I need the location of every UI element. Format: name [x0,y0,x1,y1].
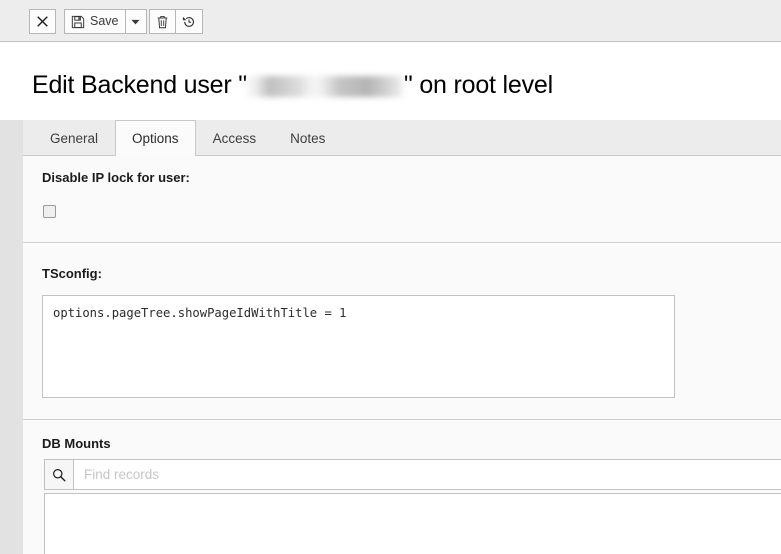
form-tab-bar: General Options Access Notes [23,120,781,156]
tsconfig-textarea[interactable] [42,295,675,398]
save-button-group: Save [64,9,147,34]
save-button-label: Save [90,14,119,29]
tab-access[interactable]: Access [196,120,274,155]
search-icon-addon[interactable] [44,459,73,490]
floppy-disk-icon [71,15,85,28]
tab-general[interactable]: General [33,120,115,155]
typo3-backend-user-edit-screen: Save Edit Backend user " " on root level… [0,0,781,554]
db-mounts-label: DB Mounts [42,436,111,451]
history-undo-icon [182,16,195,27]
trash-icon [157,15,168,28]
left-gutter-strip [0,120,23,554]
db-mounts-search-group [44,459,781,490]
document-header-toolbar: Save [0,0,781,42]
history-undo-button[interactable] [175,9,203,34]
page-title: Edit Backend user "redacted" on root lev… [32,68,553,102]
disable-ip-lock-checkbox[interactable] [43,205,56,218]
tab-notes[interactable]: Notes [273,120,342,155]
record-actions-button-group [149,9,203,34]
page-title-suffix: " on root level [403,71,553,99]
disable-ip-lock-label: Disable IP lock for user: [42,170,190,185]
page-title-prefix: Edit Backend user " [32,71,247,99]
search-icon [53,468,66,481]
delete-button[interactable] [149,9,176,34]
tab-options[interactable]: Options [115,120,196,156]
tsconfig-label: TSconfig: [42,266,102,281]
redacted-username: redacted [247,76,403,97]
close-button[interactable] [29,9,56,34]
db-mounts-list-box[interactable] [44,493,781,554]
save-button[interactable]: Save [64,9,126,34]
close-button-group [29,9,56,34]
chevron-down-icon [131,19,140,24]
close-icon [37,16,48,27]
save-options-dropdown-button[interactable] [124,9,147,34]
db-mounts-search-input[interactable] [73,459,781,490]
